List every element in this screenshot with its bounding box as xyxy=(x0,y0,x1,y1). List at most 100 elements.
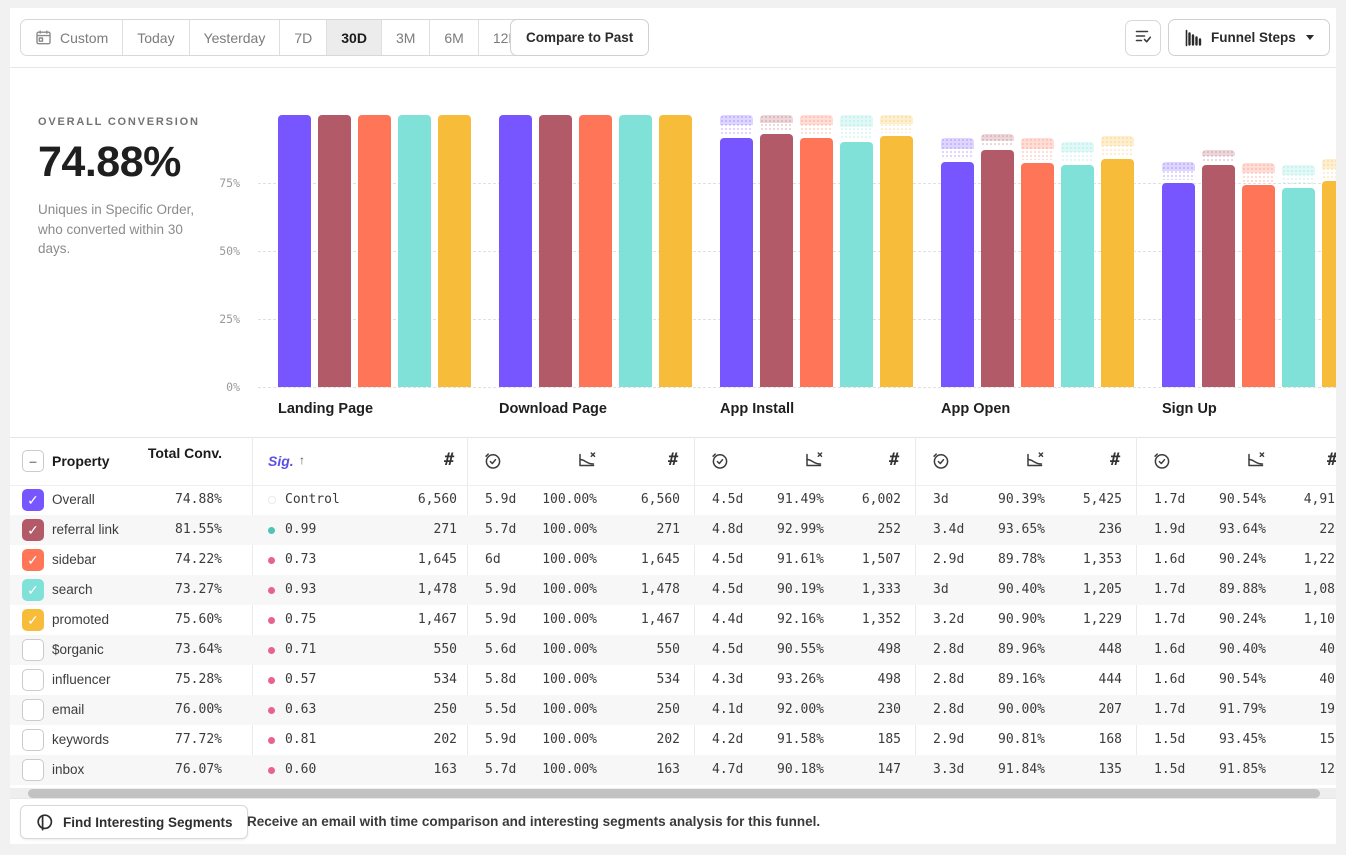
date-range-custom[interactable]: Custom xyxy=(21,20,123,55)
bar-Overall-Sign-Up[interactable] xyxy=(1162,183,1195,387)
bar-Overall-Download-Page[interactable] xyxy=(499,115,532,387)
table-row[interactable]: ✓Overall74.88%Control6,5605.9d100.00%6,5… xyxy=(10,485,1336,515)
conversion-rate-icon[interactable] xyxy=(804,451,824,474)
step-count: 163 xyxy=(579,755,680,785)
row-checkbox[interactable]: ✓ xyxy=(22,519,44,541)
step-count: 6,560 xyxy=(340,485,457,515)
date-range-30d[interactable]: 30D xyxy=(327,20,382,55)
bar-search-App-Open[interactable] xyxy=(1061,165,1094,387)
table-row[interactable]: ✓sidebar74.22%0.731,6456d100.00%1,6454.5… xyxy=(10,545,1336,575)
row-checkbox[interactable] xyxy=(22,759,44,781)
step-count: 1,467 xyxy=(579,605,680,635)
conversion-rate-icon[interactable] xyxy=(1246,451,1266,474)
chart-type-dropdown[interactable]: Funnel Steps xyxy=(1168,19,1330,56)
total-conversion-value: 74.88% xyxy=(142,485,222,515)
table-row[interactable]: ✓referral link81.55%0.992715.7d100.00%27… xyxy=(10,515,1336,545)
total-conversion-value: 76.00% xyxy=(142,695,222,725)
footer-message: Receive an email with time comparison an… xyxy=(247,799,820,844)
step-count: 4,91 xyxy=(1234,485,1335,515)
time-to-convert-icon[interactable] xyxy=(931,451,950,475)
row-checkbox[interactable]: ✓ xyxy=(22,549,44,571)
step-count: 498 xyxy=(800,635,901,665)
row-checkbox[interactable] xyxy=(22,729,44,751)
column-header-sig[interactable]: Sig. xyxy=(268,453,294,469)
bar-referral-link-Landing-Page[interactable] xyxy=(318,115,351,387)
select-all-checkbox[interactable]: – xyxy=(22,450,44,472)
bar-ghost-search xyxy=(840,115,873,139)
table-row[interactable]: inbox76.07%0.601635.7d100.00%1634.7d90.1… xyxy=(10,755,1336,785)
time-to-convert-icon[interactable] xyxy=(1152,451,1171,475)
bar-referral-link-App-Install[interactable] xyxy=(760,134,793,387)
horizontal-scrollbar-track[interactable] xyxy=(10,788,1336,798)
step-count: 1,352 xyxy=(800,605,901,635)
column-header-total-conv[interactable]: Total Conv. xyxy=(142,444,222,462)
bar-Overall-App-Open[interactable] xyxy=(941,162,974,387)
y-axis-tick: 0% xyxy=(200,380,240,394)
significance-value: 0.93 xyxy=(285,575,316,605)
table-row[interactable]: influencer75.28%0.575345.8d100.00%5344.3… xyxy=(10,665,1336,695)
find-interesting-segments-button[interactable]: Find Interesting Segments xyxy=(20,805,248,839)
bar-Overall-Landing-Page[interactable] xyxy=(278,115,311,387)
table-row[interactable]: ✓search73.27%0.931,4785.9d100.00%1,4784.… xyxy=(10,575,1336,605)
conversion-rate-icon[interactable] xyxy=(577,451,597,474)
bar-ghost-search xyxy=(1282,165,1315,184)
bar-ghost-Overall xyxy=(1162,162,1195,180)
horizontal-scrollbar-thumb[interactable] xyxy=(28,789,1320,798)
row-checkbox[interactable] xyxy=(22,639,44,661)
bar-promoted-Landing-Page[interactable] xyxy=(438,115,471,387)
bar-promoted-Download-Page[interactable] xyxy=(659,115,692,387)
bar-referral-link-Download-Page[interactable] xyxy=(539,115,572,387)
bar-referral-link-Sign-Up[interactable] xyxy=(1202,165,1235,387)
table-row[interactable]: $organic73.64%0.715505.6d100.00%5504.5d9… xyxy=(10,635,1336,665)
time-to-convert-icon[interactable] xyxy=(483,451,502,475)
bar-promoted-App-Install[interactable] xyxy=(880,136,913,387)
date-range-3m[interactable]: 3M xyxy=(382,20,430,55)
table-row[interactable]: email76.00%0.632505.5d100.00%2504.1d92.0… xyxy=(10,695,1336,725)
date-range-6m[interactable]: 6M xyxy=(430,20,478,55)
significance-dot xyxy=(268,557,275,564)
date-range-7d[interactable]: 7D xyxy=(280,20,327,55)
conversion-rate-icon[interactable] xyxy=(1025,451,1045,474)
table-row[interactable]: keywords77.72%0.812025.9d100.00%2024.2d9… xyxy=(10,725,1336,755)
bar-sidebar-Download-Page[interactable] xyxy=(579,115,612,387)
date-range-label: 30D xyxy=(341,30,367,46)
bar-sidebar-Landing-Page[interactable] xyxy=(358,115,391,387)
step-label: Landing Page xyxy=(278,401,373,417)
bar-search-App-Install[interactable] xyxy=(840,142,873,387)
row-checkbox[interactable]: ✓ xyxy=(22,609,44,631)
time-to-convert-icon[interactable] xyxy=(710,451,729,475)
column-header-property[interactable]: Property xyxy=(52,453,110,469)
column-header-count[interactable]: # xyxy=(889,450,899,470)
bar-sidebar-Sign-Up[interactable] xyxy=(1242,185,1275,387)
step-count: 202 xyxy=(579,725,680,755)
date-range-yesterday[interactable]: Yesterday xyxy=(190,20,281,55)
bar-promoted-App-Open[interactable] xyxy=(1101,159,1134,387)
row-checkbox[interactable]: ✓ xyxy=(22,579,44,601)
date-range-today[interactable]: Today xyxy=(123,20,189,55)
column-header-count[interactable]: # xyxy=(1110,450,1120,470)
column-header-count[interactable]: # xyxy=(444,450,454,470)
significance-dot xyxy=(268,617,275,624)
bar-sidebar-App-Install[interactable] xyxy=(800,138,833,387)
step-count: 1,478 xyxy=(340,575,457,605)
property-name: search xyxy=(52,575,93,605)
step-count: 534 xyxy=(579,665,680,695)
bar-Overall-App-Install[interactable] xyxy=(720,138,753,387)
step-count: 40 xyxy=(1234,665,1335,695)
column-header-count[interactable]: # xyxy=(668,450,678,470)
bar-promoted-Sign-Up[interactable] xyxy=(1322,181,1336,387)
row-checkbox[interactable] xyxy=(22,669,44,691)
bar-search-Sign-Up[interactable] xyxy=(1282,188,1315,387)
bar-referral-link-App-Open[interactable] xyxy=(981,150,1014,387)
table-row[interactable]: ✓promoted75.60%0.751,4675.9d100.00%1,467… xyxy=(10,605,1336,635)
row-checkbox[interactable]: ✓ xyxy=(22,489,44,511)
column-header-count[interactable]: # xyxy=(1327,450,1336,470)
property-name: referral link xyxy=(52,515,119,545)
bar-sidebar-App-Open[interactable] xyxy=(1021,163,1054,387)
row-checkbox[interactable] xyxy=(22,699,44,721)
total-conversion-value: 81.55% xyxy=(142,515,222,545)
report-options-button[interactable] xyxy=(1125,20,1161,56)
bar-search-Landing-Page[interactable] xyxy=(398,115,431,387)
bar-search-Download-Page[interactable] xyxy=(619,115,652,387)
compare-to-past-button[interactable]: Compare to Past xyxy=(510,19,649,56)
